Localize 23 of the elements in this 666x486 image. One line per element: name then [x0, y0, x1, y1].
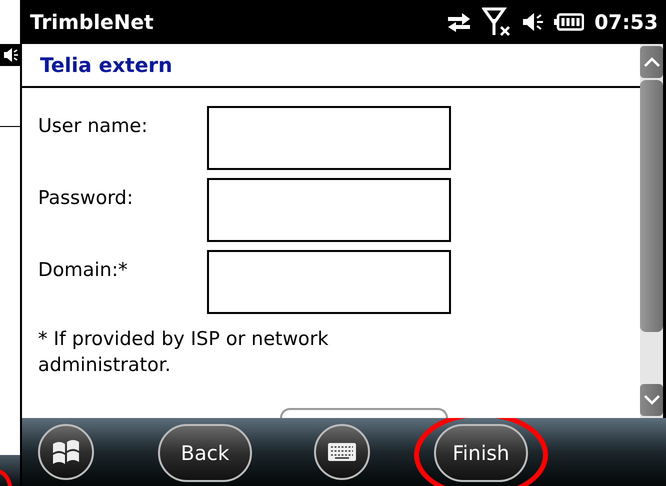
field-label: Domain:* — [38, 258, 129, 283]
speaker-icon — [522, 11, 544, 33]
input-field[interactable] — [207, 106, 451, 170]
softkey-button[interactable]: Finish — [434, 424, 528, 482]
scroll-up-button[interactable] — [640, 46, 663, 78]
chevron-down-icon — [644, 395, 660, 405]
data-transfer-icon — [446, 11, 472, 33]
footnote-text: * If provided by ISP or network administrator. — [38, 327, 330, 378]
page-heading: Telia extern — [40, 52, 172, 79]
softkey-button[interactable]: Back — [158, 424, 252, 482]
input-field[interactable] — [207, 250, 451, 314]
scroll-down-button[interactable] — [640, 384, 663, 416]
clock-time: 07:53 — [594, 9, 658, 36]
field-label: Password: — [38, 186, 134, 211]
field-label: User name: — [38, 114, 149, 139]
input-field[interactable] — [207, 178, 451, 242]
scroll-thumb[interactable] — [640, 80, 663, 332]
keyboard-icon — [327, 442, 357, 462]
speaker-icon — [3, 47, 19, 63]
no-signal-icon — [482, 7, 512, 37]
battery-icon — [554, 13, 584, 31]
app-title: TrimbleNet — [30, 9, 154, 36]
chevron-up-icon — [644, 57, 660, 67]
